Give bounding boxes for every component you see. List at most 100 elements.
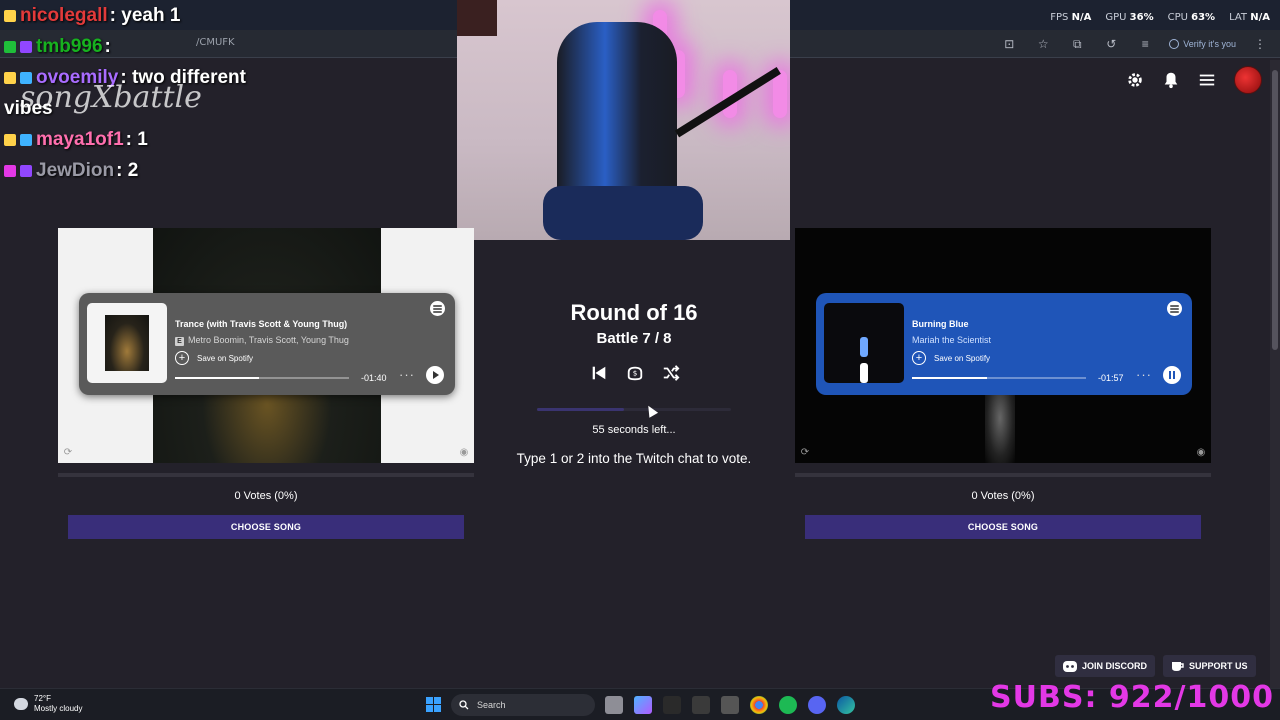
album-art-background: [985, 388, 1015, 463]
battle-counter: Battle 7 / 8: [596, 330, 672, 347]
pause-button[interactable]: [1163, 366, 1181, 384]
performance-overlay: FPS N/A GPU 36% CPU 63% LAT N/A: [1050, 12, 1270, 23]
subscriber-goal: SUBS: 922/1000: [990, 680, 1274, 715]
avatar[interactable]: [1234, 66, 1262, 94]
vote-count-1: 0 Votes (0%): [234, 490, 298, 502]
choose-song-1-button[interactable]: CHOOSE SONG: [68, 515, 464, 539]
webcam-overlay: [457, 0, 790, 240]
weather-widget[interactable]: 72°F Mostly cloudy: [14, 694, 82, 714]
play-button[interactable]: [426, 366, 444, 384]
chat-message: JewDion : 2: [4, 155, 344, 186]
discord-icon[interactable]: [808, 696, 826, 714]
chat-username: maya1of1: [36, 129, 124, 150]
hide-icon[interactable]: ◉: [1195, 447, 1207, 459]
spotify-logo-icon[interactable]: [1167, 301, 1182, 316]
seconds-left: 55 seconds left...: [592, 424, 676, 436]
page-scrollbar[interactable]: [1270, 60, 1280, 688]
bits-badge-icon: [4, 133, 16, 146]
chair-seat: [543, 186, 703, 240]
lat-value: N/A: [1250, 12, 1270, 23]
choose-song-2-button[interactable]: CHOOSE SONG: [805, 515, 1201, 539]
search-icon: [459, 700, 469, 710]
explicit-badge: E: [175, 337, 184, 346]
app-icon[interactable]: [692, 696, 710, 714]
fps-label: FPS: [1050, 12, 1069, 23]
song-artist[interactable]: E Metro Boomin, Travis Scott, Young Thug: [175, 335, 349, 346]
refresh-icon[interactable]: ⟳: [799, 447, 811, 459]
progress-fill: [912, 377, 987, 379]
task-view-icon[interactable]: [605, 696, 623, 714]
search-placeholder: Search: [477, 700, 506, 710]
chat-username: JewDion: [36, 160, 115, 181]
save-label: Save on Spotify: [197, 353, 254, 363]
chat-username: nicolegall: [20, 5, 108, 26]
time-remaining: -01:57: [1098, 373, 1124, 383]
spotify-embed-2: Burning Blue Mariah the Scientist + Save…: [816, 293, 1192, 395]
support-us-label: SUPPORT US: [1189, 661, 1248, 671]
chat-message: tmb996 :: [4, 31, 344, 62]
song-artist[interactable]: Mariah the Scientist: [912, 335, 991, 345]
vote-bar-2: [795, 473, 1211, 477]
history-icon[interactable]: ↺: [1101, 34, 1121, 54]
vote-count-2: 0 Votes (0%): [971, 490, 1035, 502]
scroll-thumb[interactable]: [1272, 70, 1278, 350]
windows-start-icon[interactable]: [426, 697, 441, 712]
chrome-icon[interactable]: [750, 696, 768, 714]
countdown-bar: [537, 408, 731, 411]
reading-list-icon[interactable]: ≡: [1135, 34, 1155, 54]
cup-icon: [1172, 661, 1184, 671]
epic-games-icon[interactable]: [663, 696, 681, 714]
previous-icon[interactable]: [590, 364, 608, 382]
cloud-icon: [14, 698, 28, 710]
chat-text: : 2: [116, 160, 139, 181]
song-panel-1: Trance (with Travis Scott & Young Thug) …: [58, 228, 474, 463]
chat-message: nicolegall : yeah 1: [4, 0, 344, 31]
save-on-spotify-button[interactable]: + Save on Spotify: [912, 351, 990, 365]
plus-circle-icon: +: [912, 351, 926, 365]
song-title[interactable]: Trance (with Travis Scott & Young Thug): [175, 319, 347, 329]
heart-badge-icon: [4, 164, 16, 177]
cpu-label: CPU: [1167, 12, 1188, 23]
playback-progress-bar[interactable]: [175, 377, 349, 379]
taskbar-search[interactable]: Search: [451, 694, 595, 716]
spotify-icon[interactable]: [779, 696, 797, 714]
profile-verify-button[interactable]: Verify it's you: [1169, 39, 1236, 49]
shuffle-icon[interactable]: [662, 364, 680, 382]
lat-label: LAT: [1229, 12, 1248, 23]
chat-message: maya1of1 : 1: [4, 124, 344, 155]
join-discord-button[interactable]: JOIN DISCORD: [1055, 655, 1156, 677]
temperature: 72°F: [34, 694, 51, 703]
gear-icon[interactable]: [1126, 71, 1144, 89]
save-label: Save on Spotify: [934, 353, 991, 363]
obs-icon[interactable]: [721, 696, 739, 714]
site-watermark-logo: songXbattle: [20, 80, 202, 115]
bookmark-star-icon[interactable]: ☆: [1033, 34, 1053, 54]
vote-instructions: Type 1 or 2 into the Twitch chat to vote…: [516, 451, 752, 466]
join-discord-label: JOIN DISCORD: [1082, 661, 1148, 671]
donate-icon[interactable]: $: [626, 364, 644, 382]
bell-icon[interactable]: [1162, 71, 1180, 89]
hamburger-menu-icon[interactable]: [1198, 71, 1216, 89]
verify-label: Verify it's you: [1183, 39, 1236, 49]
refresh-icon[interactable]: ⟳: [62, 447, 74, 459]
playback-progress-bar[interactable]: [912, 377, 1086, 379]
song-title[interactable]: Burning Blue: [912, 319, 969, 329]
prime-badge-icon: [20, 133, 32, 146]
hide-icon[interactable]: ◉: [458, 447, 470, 459]
support-us-button[interactable]: SUPPORT US: [1163, 655, 1256, 677]
edge-icon[interactable]: [837, 696, 855, 714]
countdown-fill: [537, 408, 625, 411]
cpu-value: 63%: [1191, 12, 1216, 23]
save-on-spotify-button[interactable]: + Save on Spotify: [175, 351, 253, 365]
install-app-icon[interactable]: ⊡: [999, 34, 1019, 54]
copilot-icon[interactable]: [634, 696, 652, 714]
sub-badge-icon: [20, 164, 32, 177]
extensions-icon[interactable]: ⧉: [1067, 34, 1087, 54]
more-options-icon[interactable]: ···: [399, 367, 415, 382]
more-options-icon[interactable]: ···: [1136, 367, 1152, 382]
kebab-menu-icon[interactable]: ⋮: [1250, 34, 1270, 54]
moderator-badge-icon: [4, 40, 16, 53]
wall-poster: [457, 0, 497, 36]
mouse-cursor-icon: [643, 403, 659, 418]
spotify-logo-icon[interactable]: [430, 301, 445, 316]
